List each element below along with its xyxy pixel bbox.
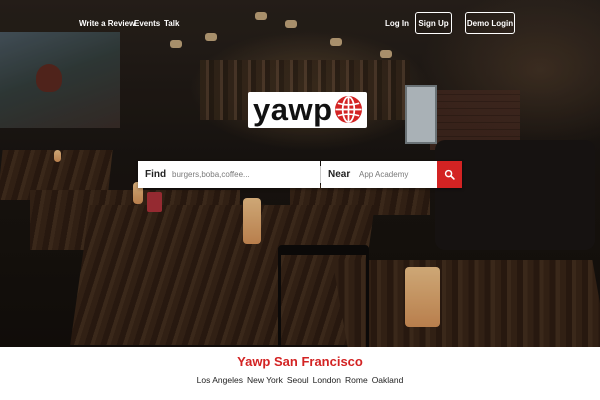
talk-link[interactable]: Talk xyxy=(164,19,179,28)
city-link-new-york[interactable]: New York xyxy=(247,375,283,385)
city-section: Yawp San Francisco Los Angeles New York … xyxy=(0,347,600,400)
city-link-rome[interactable]: Rome xyxy=(345,375,368,385)
city-link-seoul[interactable]: Seoul xyxy=(287,375,309,385)
demo-login-button[interactable]: Demo Login xyxy=(465,12,515,34)
write-review-link[interactable]: Write a Review xyxy=(79,19,135,28)
yawp-logo[interactable]: yawp xyxy=(248,92,367,128)
find-label: Find xyxy=(138,161,168,188)
city-link-los-angeles[interactable]: Los Angeles xyxy=(197,375,243,385)
search-icon xyxy=(444,169,455,180)
login-link[interactable]: Log In xyxy=(385,19,409,28)
search-button[interactable] xyxy=(437,161,462,188)
logo-text: yawp xyxy=(253,91,333,127)
city-title: Yawp San Francisco xyxy=(237,354,363,369)
globe-icon xyxy=(334,95,362,124)
signup-button[interactable]: Sign Up xyxy=(415,12,452,34)
search-bar: Find Near xyxy=(138,161,462,188)
hero-banner: Write a Review Events Talk Log In Sign U… xyxy=(0,0,600,347)
city-link-oakland[interactable]: Oakland xyxy=(372,375,404,385)
near-label: Near xyxy=(321,161,355,188)
near-input[interactable] xyxy=(355,161,437,188)
find-input[interactable] xyxy=(168,161,320,188)
city-links: Los Angeles New York Seoul London Rome O… xyxy=(0,375,600,385)
events-link[interactable]: Events xyxy=(134,19,160,28)
city-link-london[interactable]: London xyxy=(313,375,341,385)
